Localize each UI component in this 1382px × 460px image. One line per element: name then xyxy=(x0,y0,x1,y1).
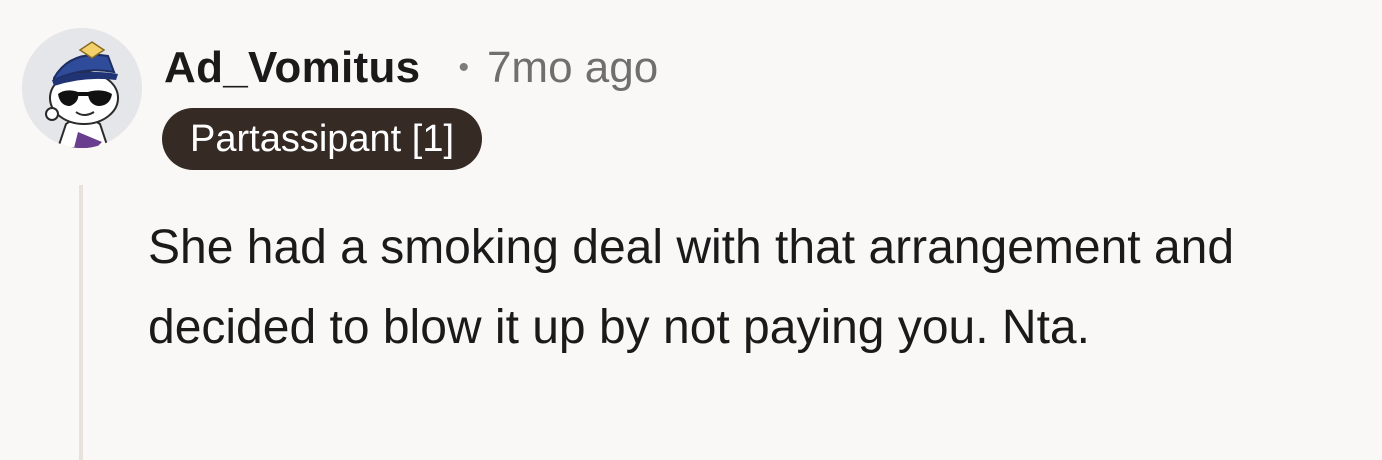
avatar[interactable] xyxy=(22,28,142,148)
comment: Ad_Vomitus • 7mo ago Partassipant [1] Sh… xyxy=(0,0,1382,460)
thread-collapse-line[interactable] xyxy=(79,185,83,460)
comment-header: Ad_Vomitus • 7mo ago xyxy=(164,42,658,94)
snoo-avatar-icon xyxy=(22,28,142,148)
username-link[interactable]: Ad_Vomitus xyxy=(164,43,420,93)
comment-body: She had a smoking deal with that arrange… xyxy=(148,221,1235,354)
meta-separator: • xyxy=(458,51,469,84)
comment-timestamp: 7mo ago xyxy=(486,43,659,92)
user-flair-badge: Partassipant [1] xyxy=(162,108,483,170)
